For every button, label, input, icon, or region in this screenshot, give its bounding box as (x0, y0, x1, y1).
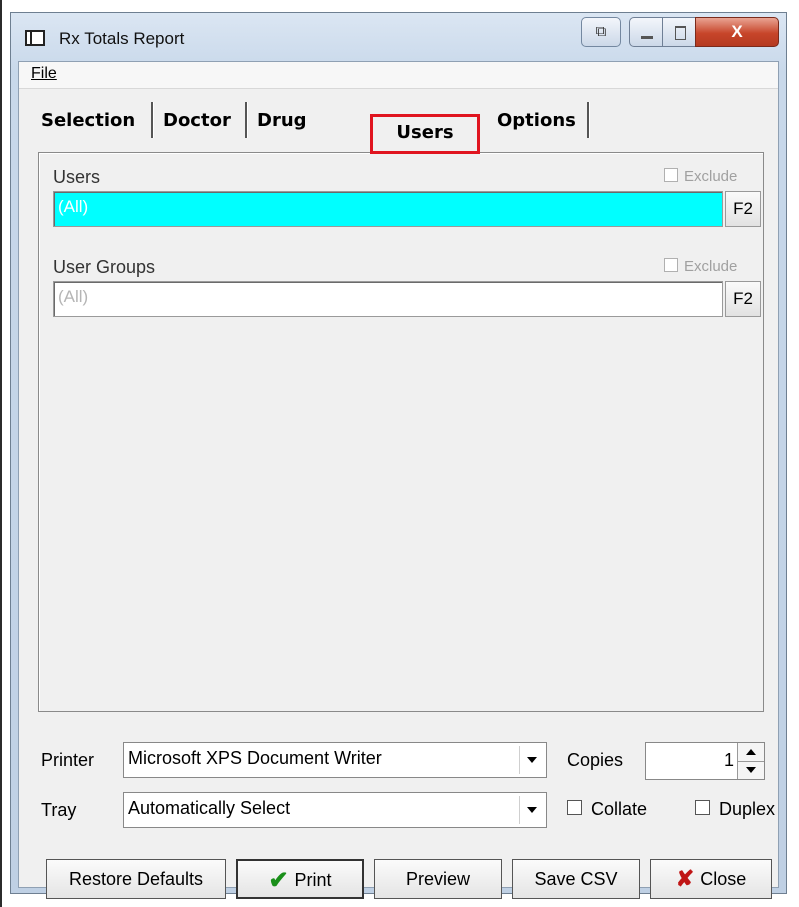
window-title: Rx Totals Report (59, 29, 185, 48)
groups-exclude-label: Exclude (684, 258, 738, 275)
print-button[interactable]: ✔ Print (236, 859, 364, 899)
printer-label: Printer (41, 750, 95, 770)
tab-drug[interactable]: Drug (249, 102, 321, 138)
spin-up-icon[interactable] (738, 743, 764, 761)
user-groups-field[interactable]: (All) (53, 281, 723, 317)
copies-value: 1 (723, 750, 734, 770)
tab-doctor[interactable]: Doctor (155, 102, 247, 138)
collate-checkbox[interactable]: Collate (567, 799, 647, 820)
spin-buttons (737, 743, 764, 779)
background-edge (0, 0, 2, 907)
tab-drug-label: Drug (257, 110, 307, 131)
users-lookup-button[interactable]: F2 (725, 191, 761, 227)
users-exclude-label: Exclude (684, 168, 738, 185)
check-icon: ✔ (268, 867, 289, 894)
close-button[interactable]: ✘ Close (650, 859, 772, 899)
restore-window-icon[interactable]: ⧉ (581, 17, 621, 47)
tab-selection-label: Selection (41, 110, 136, 131)
tab-options[interactable]: Options (489, 102, 589, 138)
tab-users-label: Users (396, 122, 454, 143)
print-label: Print (294, 870, 332, 890)
tray-value: Automatically Select (128, 798, 291, 818)
menu-file[interactable]: File (31, 65, 57, 83)
report-window: Rx Totals Report ⧉ X File Selection Doct… (10, 12, 787, 899)
users-exclude-checkbox[interactable]: Exclude (664, 168, 737, 185)
duplex-checkbox[interactable]: Duplex (695, 799, 775, 820)
checkbox-icon (695, 800, 710, 815)
user-groups-lookup-button[interactable]: F2 (725, 281, 761, 317)
minimize-button[interactable] (629, 17, 663, 47)
close-label: Close (700, 869, 747, 889)
tab-doctor-label: Doctor (163, 110, 231, 131)
collate-label: Collate (591, 799, 648, 819)
app-icon (25, 30, 45, 46)
tab-users[interactable]: Users (370, 114, 480, 154)
copies-label: Copies (567, 750, 624, 770)
tray-select[interactable]: Automatically Select (123, 792, 547, 828)
title-bar[interactable]: Rx Totals Report ⧉ X (11, 13, 786, 59)
users-label: Users (53, 167, 101, 187)
printer-value: Microsoft XPS Document Writer (128, 748, 382, 768)
save-csv-button[interactable]: Save CSV (512, 859, 640, 899)
groups-exclude-checkbox[interactable]: Exclude (664, 258, 737, 275)
checkbox-icon (664, 258, 678, 272)
spin-down-icon[interactable] (738, 761, 764, 780)
restore-defaults-button[interactable]: Restore Defaults (46, 859, 226, 899)
chevron-down-icon[interactable] (519, 746, 544, 774)
tab-options-label: Options (497, 110, 576, 131)
copies-stepper[interactable]: 1 (645, 742, 765, 780)
checkbox-icon (567, 800, 582, 815)
duplex-label: Duplex (719, 799, 776, 819)
client-area: File Selection Doctor Drug Options Users… (18, 61, 779, 899)
tray-label: Tray (41, 800, 77, 820)
tab-selection[interactable]: Selection (33, 102, 153, 138)
close-icon: ✘ (675, 866, 695, 891)
caption-buttons: X (629, 17, 779, 47)
menu-bar: File (19, 62, 778, 89)
preview-button[interactable]: Preview (374, 859, 502, 899)
user-groups-label: User Groups (53, 257, 156, 277)
users-field[interactable]: (All) (53, 191, 723, 227)
printer-select[interactable]: Microsoft XPS Document Writer (123, 742, 547, 778)
checkbox-icon (664, 168, 678, 182)
chevron-down-icon[interactable] (519, 796, 544, 824)
close-window-button[interactable]: X (695, 17, 779, 47)
users-panel: Users Exclude (All) F2 User Groups Exclu… (38, 152, 764, 712)
maximize-button[interactable] (662, 17, 696, 47)
